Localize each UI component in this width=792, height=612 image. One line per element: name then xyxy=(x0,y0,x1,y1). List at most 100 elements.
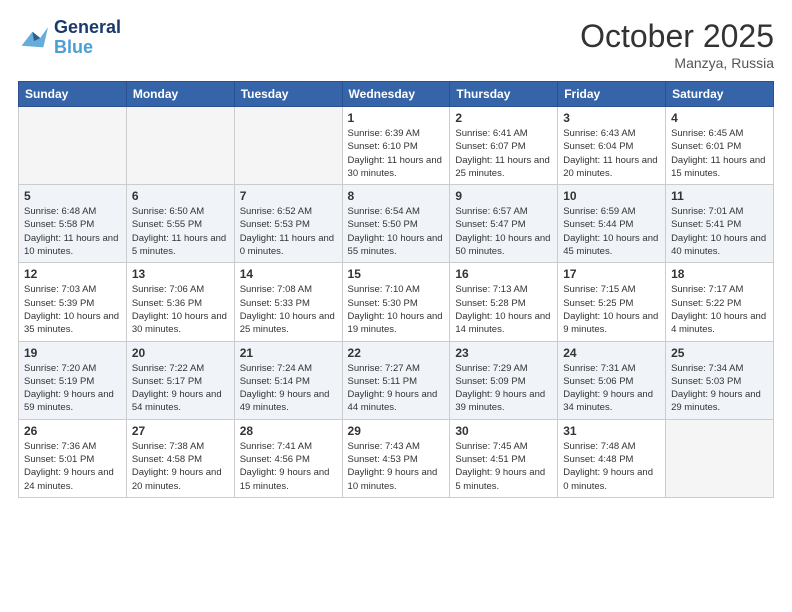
day-cell-4: 4 Sunrise: 6:45 AM Sunset: 6:01 PM Daylig… xyxy=(666,107,774,185)
weekday-header-tuesday: Tuesday xyxy=(234,82,342,107)
day-cell-15: 15 Sunrise: 7:10 AM Sunset: 5:30 PM Dayli… xyxy=(342,263,450,341)
day-cell-22: 22 Sunrise: 7:27 AM Sunset: 5:11 PM Dayli… xyxy=(342,341,450,419)
day-info: Sunrise: 7:20 AM Sunset: 5:19 PM Dayligh… xyxy=(24,362,121,415)
weekday-header-wednesday: Wednesday xyxy=(342,82,450,107)
day-cell-18: 18Sunrise: 7:17 AM Sunset: 5:22 PM Dayli… xyxy=(666,263,774,341)
day-number: 9 xyxy=(455,189,552,203)
weekday-header-saturday: Saturday xyxy=(666,82,774,107)
day-number: 8 xyxy=(348,189,445,203)
weekday-header-monday: Monday xyxy=(126,82,234,107)
day-cell-24: 24 Sunrise: 7:31 AM Sunset: 5:06 PM Dayli… xyxy=(558,341,666,419)
day-number: 28 xyxy=(240,424,337,438)
day-number: 3 xyxy=(563,111,660,125)
day-info: Sunrise: 6:50 AM Sunset: 5:55 PM Dayligh… xyxy=(132,205,229,258)
week-row-4: 19Sunrise: 7:20 AM Sunset: 5:19 PM Dayli… xyxy=(19,341,774,419)
day-info: Sunrise: 7:08 AM Sunset: 5:33 PM Dayligh… xyxy=(240,283,337,336)
day-cell-23: 23Sunrise: 7:29 AM Sunset: 5:09 PM Dayli… xyxy=(450,341,558,419)
day-info: Sunrise: 7:24 AM Sunset: 5:14 PM Dayligh… xyxy=(240,362,337,415)
logo-general: General xyxy=(54,18,121,38)
day-cell-21: 21Sunrise: 7:24 AM Sunset: 5:14 PM Dayli… xyxy=(234,341,342,419)
day-info: Sunrise: 7:36 AM Sunset: 5:01 PM Dayligh… xyxy=(24,440,121,493)
logo: General Blue xyxy=(18,18,121,58)
day-info: Sunrise: 6:57 AM Sunset: 5:47 PM Dayligh… xyxy=(455,205,552,258)
day-number: 25 xyxy=(671,346,768,360)
weekday-header-row: SundayMondayTuesdayWednesdayThursdayFrid… xyxy=(19,82,774,107)
title-block: October 2025 Manzya, Russia xyxy=(580,18,774,71)
day-info: Sunrise: 7:29 AM Sunset: 5:09 PM Dayligh… xyxy=(455,362,552,415)
day-cell-6: 6 Sunrise: 6:50 AM Sunset: 5:55 PM Daylig… xyxy=(126,185,234,263)
day-number: 11 xyxy=(671,189,768,203)
day-cell-10: 10Sunrise: 6:59 AM Sunset: 5:44 PM Dayli… xyxy=(558,185,666,263)
empty-cell xyxy=(19,107,127,185)
day-info: Sunrise: 7:31 AM Sunset: 5:06 PM Dayligh… xyxy=(563,362,660,415)
empty-cell xyxy=(126,107,234,185)
day-cell-20: 20 Sunrise: 7:22 AM Sunset: 5:17 PM Dayli… xyxy=(126,341,234,419)
day-cell-14: 14 Sunrise: 7:08 AM Sunset: 5:33 PM Dayli… xyxy=(234,263,342,341)
day-number: 5 xyxy=(24,189,121,203)
day-info: Sunrise: 6:41 AM Sunset: 6:07 PM Dayligh… xyxy=(455,127,552,180)
day-info: Sunrise: 7:13 AM Sunset: 5:28 PM Dayligh… xyxy=(455,283,552,336)
day-number: 16 xyxy=(455,267,552,281)
day-info: Sunrise: 7:45 AM Sunset: 4:51 PM Dayligh… xyxy=(455,440,552,493)
day-info: Sunrise: 6:48 AM Sunset: 5:58 PM Dayligh… xyxy=(24,205,121,258)
day-number: 4 xyxy=(671,111,768,125)
day-number: 2 xyxy=(455,111,552,125)
day-info: Sunrise: 7:34 AM Sunset: 5:03 PM Dayligh… xyxy=(671,362,768,415)
day-cell-2: 2 Sunrise: 6:41 AM Sunset: 6:07 PM Daylig… xyxy=(450,107,558,185)
day-cell-16: 16 Sunrise: 7:13 AM Sunset: 5:28 PM Dayli… xyxy=(450,263,558,341)
day-number: 22 xyxy=(348,346,445,360)
day-number: 12 xyxy=(24,267,121,281)
logo-icon xyxy=(18,24,50,52)
day-number: 26 xyxy=(24,424,121,438)
day-cell-28: 28 Sunrise: 7:41 AM Sunset: 4:56 PM Dayli… xyxy=(234,419,342,497)
page: General Blue October 2025 Manzya, Russia… xyxy=(0,0,792,508)
day-info: Sunrise: 6:45 AM Sunset: 6:01 PM Dayligh… xyxy=(671,127,768,180)
day-number: 27 xyxy=(132,424,229,438)
day-number: 14 xyxy=(240,267,337,281)
day-info: Sunrise: 7:41 AM Sunset: 4:56 PM Dayligh… xyxy=(240,440,337,493)
day-cell-26: 26 Sunrise: 7:36 AM Sunset: 5:01 PM Dayli… xyxy=(19,419,127,497)
day-cell-9: 9 Sunrise: 6:57 AM Sunset: 5:47 PM Daylig… xyxy=(450,185,558,263)
day-info: Sunrise: 7:10 AM Sunset: 5:30 PM Dayligh… xyxy=(348,283,445,336)
location: Manzya, Russia xyxy=(580,55,774,71)
header: General Blue October 2025 Manzya, Russia xyxy=(18,18,774,71)
day-cell-19: 19Sunrise: 7:20 AM Sunset: 5:19 PM Dayli… xyxy=(19,341,127,419)
empty-cell xyxy=(234,107,342,185)
day-info: Sunrise: 7:01 AM Sunset: 5:41 PM Dayligh… xyxy=(671,205,768,258)
day-cell-27: 27Sunrise: 7:38 AM Sunset: 4:58 PM Dayli… xyxy=(126,419,234,497)
day-info: Sunrise: 7:27 AM Sunset: 5:11 PM Dayligh… xyxy=(348,362,445,415)
day-number: 18 xyxy=(671,267,768,281)
day-info: Sunrise: 7:06 AM Sunset: 5:36 PM Dayligh… xyxy=(132,283,229,336)
day-number: 13 xyxy=(132,267,229,281)
day-info: Sunrise: 7:22 AM Sunset: 5:17 PM Dayligh… xyxy=(132,362,229,415)
day-info: Sunrise: 7:48 AM Sunset: 4:48 PM Dayligh… xyxy=(563,440,660,493)
day-info: Sunrise: 6:43 AM Sunset: 6:04 PM Dayligh… xyxy=(563,127,660,180)
day-info: Sunrise: 6:39 AM Sunset: 6:10 PM Dayligh… xyxy=(348,127,445,180)
day-cell-5: 5 Sunrise: 6:48 AM Sunset: 5:58 PM Daylig… xyxy=(19,185,127,263)
week-row-3: 12Sunrise: 7:03 AM Sunset: 5:39 PM Dayli… xyxy=(19,263,774,341)
day-cell-30: 30 Sunrise: 7:45 AM Sunset: 4:51 PM Dayli… xyxy=(450,419,558,497)
day-cell-17: 17Sunrise: 7:15 AM Sunset: 5:25 PM Dayli… xyxy=(558,263,666,341)
logo-blue: Blue xyxy=(54,38,121,58)
week-row-5: 26 Sunrise: 7:36 AM Sunset: 5:01 PM Dayli… xyxy=(19,419,774,497)
day-number: 29 xyxy=(348,424,445,438)
day-cell-25: 25 Sunrise: 7:34 AM Sunset: 5:03 PM Dayli… xyxy=(666,341,774,419)
weekday-header-thursday: Thursday xyxy=(450,82,558,107)
empty-cell xyxy=(666,419,774,497)
day-number: 6 xyxy=(132,189,229,203)
weekday-header-friday: Friday xyxy=(558,82,666,107)
day-number: 20 xyxy=(132,346,229,360)
day-cell-11: 11 Sunrise: 7:01 AM Sunset: 5:41 PM Dayli… xyxy=(666,185,774,263)
day-cell-31: 31Sunrise: 7:48 AM Sunset: 4:48 PM Dayli… xyxy=(558,419,666,497)
day-info: Sunrise: 6:54 AM Sunset: 5:50 PM Dayligh… xyxy=(348,205,445,258)
day-info: Sunrise: 7:43 AM Sunset: 4:53 PM Dayligh… xyxy=(348,440,445,493)
day-number: 15 xyxy=(348,267,445,281)
day-cell-8: 8 Sunrise: 6:54 AM Sunset: 5:50 PM Daylig… xyxy=(342,185,450,263)
day-cell-13: 13 Sunrise: 7:06 AM Sunset: 5:36 PM Dayli… xyxy=(126,263,234,341)
calendar-table: SundayMondayTuesdayWednesdayThursdayFrid… xyxy=(18,81,774,498)
day-number: 30 xyxy=(455,424,552,438)
day-info: Sunrise: 6:52 AM Sunset: 5:53 PM Dayligh… xyxy=(240,205,337,258)
day-number: 24 xyxy=(563,346,660,360)
day-number: 17 xyxy=(563,267,660,281)
day-number: 1 xyxy=(348,111,445,125)
